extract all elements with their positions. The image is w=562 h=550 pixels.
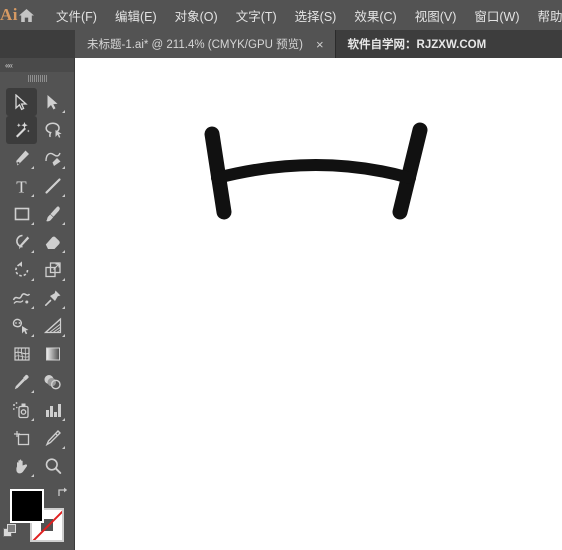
hand-tool[interactable] <box>6 452 37 480</box>
tool-group-corner-icon <box>62 418 65 421</box>
tool-group-corner-icon <box>31 194 34 197</box>
perspective-grid-tool[interactable] <box>37 312 68 340</box>
slice-tool[interactable] <box>37 424 68 452</box>
rotate-tool[interactable] <box>6 256 37 284</box>
type-tool[interactable]: T <box>6 172 37 200</box>
menu-select[interactable]: 选择(S) <box>286 2 346 29</box>
menu-bar: Ai 文件(F) 编辑(E) 对象(O) 文字(T) 选择(S) 效果(C) 视… <box>0 0 562 30</box>
menu-edit[interactable]: 编辑(E) <box>106 2 166 29</box>
collapse-chevrons-icon[interactable]: «« <box>5 61 13 70</box>
free-transform-tool[interactable] <box>37 284 68 312</box>
illustrator-window: Ai 文件(F) 编辑(E) 对象(O) 文字(T) 选择(S) 效果(C) 视… <box>0 0 562 550</box>
mesh-tool[interactable] <box>6 340 37 368</box>
tool-group-corner-icon <box>31 278 34 281</box>
menu-effect[interactable]: 效果(C) <box>345 2 405 29</box>
scale-tool[interactable] <box>37 256 68 284</box>
panel-grip-handle[interactable] <box>0 72 74 85</box>
menu-window[interactable]: 窗口(W) <box>465 2 528 29</box>
tool-group-corner-icon <box>31 474 34 477</box>
svg-text:T: T <box>16 178 27 195</box>
tool-group-corner-icon <box>62 250 65 253</box>
shape-builder-tool[interactable] <box>6 312 37 340</box>
line-segment-tool[interactable] <box>37 172 68 200</box>
tool-group-corner-icon <box>31 222 34 225</box>
home-icon[interactable] <box>18 8 35 23</box>
pen-tool[interactable] <box>6 144 37 172</box>
artboard-tool[interactable] <box>6 424 37 452</box>
blend-tool[interactable] <box>37 368 68 396</box>
menu-view[interactable]: 视图(V) <box>406 2 466 29</box>
tool-group-corner-icon <box>31 306 34 309</box>
tool-group-corner-icon <box>62 334 65 337</box>
zoom-tool[interactable] <box>37 452 68 480</box>
symbol-sprayer-tool[interactable] <box>6 396 37 424</box>
swap-fill-stroke-icon[interactable] <box>56 486 69 502</box>
document-tab-active[interactable]: 未标题-1.ai* @ 211.4% (CMYK/GPU 预览) × <box>75 30 336 58</box>
tab-title: 未标题-1.ai* @ 211.4% (CMYK/GPU 预览) <box>87 39 303 51</box>
menu-item-list: 文件(F) 编辑(E) 对象(O) 文字(T) 选择(S) 效果(C) 视图(V… <box>47 2 562 29</box>
eyedropper-tool[interactable] <box>6 368 37 396</box>
tool-group-corner-icon <box>62 306 65 309</box>
document-canvas[interactable] <box>75 58 562 550</box>
tab-bar-spacer <box>0 30 75 58</box>
lasso-tool[interactable] <box>37 116 68 144</box>
column-graph-tool[interactable] <box>37 396 68 424</box>
eraser-tool[interactable] <box>37 228 68 256</box>
tool-group-corner-icon <box>62 278 65 281</box>
tool-group-corner-icon <box>62 166 65 169</box>
tool-group-corner-icon <box>31 334 34 337</box>
width-tool[interactable] <box>6 284 37 312</box>
tools-panel: «« T <box>0 58 75 550</box>
tool-group-corner-icon <box>31 390 34 393</box>
paintbrush-tool[interactable] <box>37 200 68 228</box>
tool-group-corner-icon <box>62 222 65 225</box>
selection-tool[interactable] <box>6 88 37 116</box>
shaper-tool[interactable] <box>6 228 37 256</box>
default-fill-stroke-icon[interactable] <box>3 524 18 544</box>
menu-object[interactable]: 对象(O) <box>166 2 227 29</box>
close-icon[interactable]: × <box>313 38 327 51</box>
fill-stroke-controls <box>0 486 74 548</box>
tool-group-corner-icon <box>31 250 34 253</box>
curvature-tool[interactable] <box>37 144 68 172</box>
tool-group-corner-icon <box>31 166 34 169</box>
document-tab-bar: 未标题-1.ai* @ 211.4% (CMYK/GPU 预览) × 软件自学网… <box>0 30 562 58</box>
watermark-text: 软件自学网：RJZXW.COM <box>347 39 487 51</box>
tool-group-corner-icon <box>62 446 65 449</box>
direct-selection-tool[interactable] <box>37 88 68 116</box>
menu-file[interactable]: 文件(F) <box>47 2 106 29</box>
magic-wand-tool[interactable] <box>6 116 37 144</box>
fill-swatch[interactable] <box>10 489 44 523</box>
tool-grid: T <box>0 85 74 480</box>
h-bracket-path[interactable] <box>75 58 562 550</box>
gradient-tool[interactable] <box>37 340 68 368</box>
rectangle-tool[interactable] <box>6 200 37 228</box>
tool-group-corner-icon <box>62 110 65 113</box>
menu-help[interactable]: 帮助(H) <box>529 2 562 29</box>
tool-group-corner-icon <box>31 418 34 421</box>
tool-group-corner-icon <box>62 194 65 197</box>
app-logo: Ai <box>0 5 18 24</box>
tools-panel-header[interactable]: «« <box>0 58 74 72</box>
watermark-tab: 软件自学网：RJZXW.COM <box>335 30 499 58</box>
menu-type[interactable]: 文字(T) <box>227 2 286 29</box>
